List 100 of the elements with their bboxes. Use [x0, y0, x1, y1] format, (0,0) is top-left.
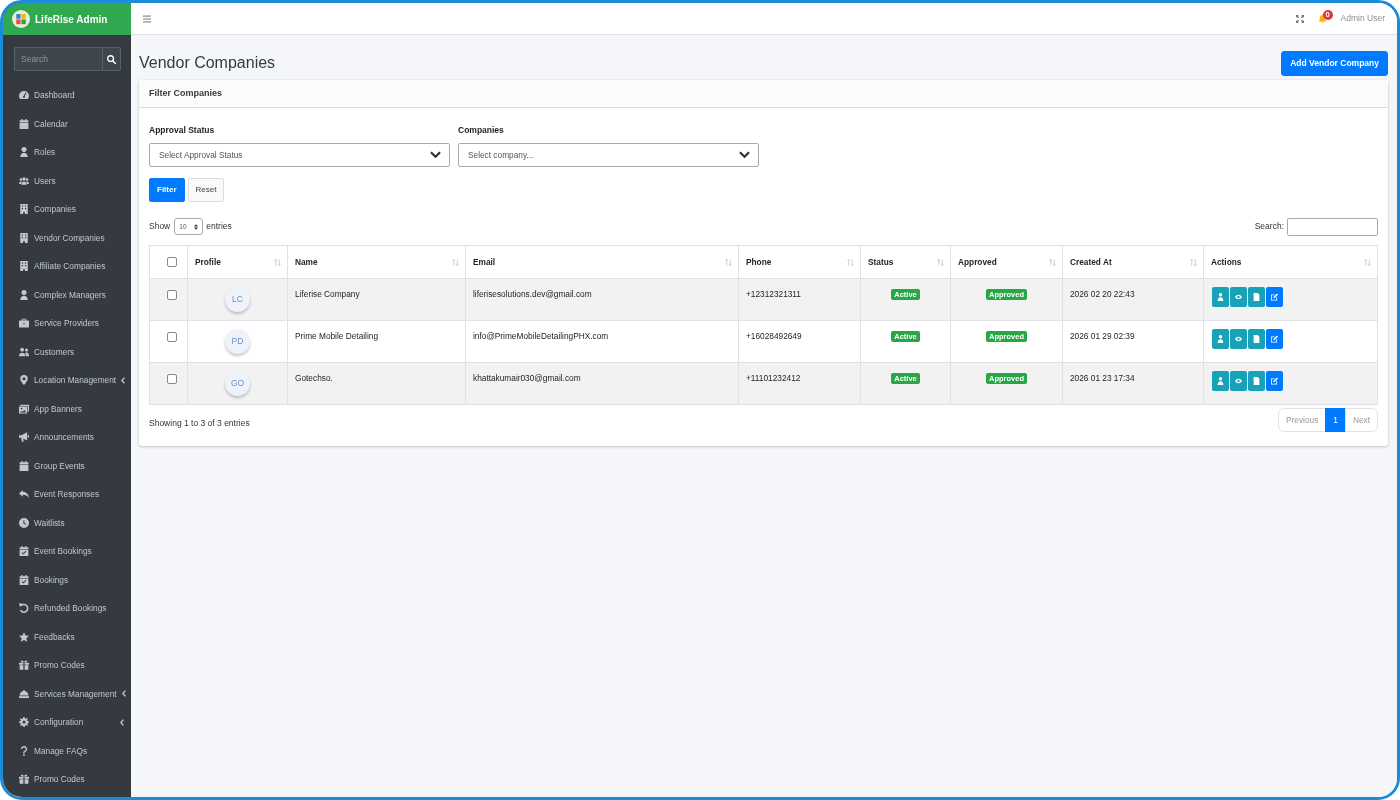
calendar-check-icon	[19, 574, 29, 585]
person-icon	[1217, 335, 1224, 343]
table-cell: Prime Mobile Detailing	[287, 320, 466, 363]
edit-button[interactable]	[1266, 371, 1283, 391]
view-button[interactable]	[1230, 371, 1247, 391]
sidebar-item[interactable]: Location Management	[3, 366, 131, 395]
table-cell: khattakumair030@gmail.com	[465, 362, 739, 405]
select-all-checkbox[interactable]	[167, 257, 177, 267]
sort-icon	[1190, 259, 1197, 266]
sidebar-item[interactable]: Promo Codes	[3, 651, 131, 680]
column-header[interactable]: Phone	[746, 254, 772, 271]
sort-icon	[1364, 259, 1371, 266]
gauge-icon	[19, 90, 29, 101]
sidebar-item[interactable]: Users	[3, 166, 131, 195]
document-button[interactable]	[1248, 371, 1265, 391]
profile-button[interactable]	[1212, 371, 1229, 391]
sidebar-item[interactable]: Waitlists	[3, 508, 131, 537]
row-checkbox[interactable]	[167, 332, 177, 342]
filter-button[interactable]: Filter	[149, 178, 185, 202]
sidebar-item[interactable]: Event Responses	[3, 480, 131, 509]
edit-icon	[1271, 377, 1278, 385]
table-cell: Gotechso.	[287, 362, 466, 405]
user-menu-link[interactable]: Admin User	[1340, 12, 1385, 25]
table-cell: +16028492649	[738, 320, 861, 363]
sidebar-item[interactable]: Announcements	[3, 423, 131, 452]
table-cell: 2026 02 20 22:43	[1062, 278, 1204, 321]
avatar: PD	[225, 329, 250, 354]
select-field[interactable]: Select Approval Status	[149, 143, 450, 167]
menu-icon[interactable]	[143, 14, 151, 23]
table-cell: info@PrimeMobileDetailingPHX.com	[465, 320, 739, 363]
document-button[interactable]	[1248, 287, 1265, 307]
pagination-link[interactable]: 1	[1325, 408, 1346, 432]
column-header[interactable]: Email	[473, 254, 496, 271]
sidebar-item[interactable]: Promo Codes	[3, 765, 131, 794]
document-icon	[1253, 377, 1260, 385]
row-checkbox[interactable]	[167, 374, 177, 384]
edit-button[interactable]	[1266, 329, 1283, 349]
search-button[interactable]	[102, 47, 121, 71]
sidebar-item[interactable]: Dashboard	[3, 81, 131, 110]
sort-icon	[847, 259, 854, 266]
person-icon	[1217, 377, 1224, 385]
sidebar-item[interactable]: Bookings	[3, 565, 131, 594]
eye-icon	[1235, 293, 1242, 301]
sidebar-item[interactable]: Calendar	[3, 109, 131, 138]
sidebar-item[interactable]: Service Providers	[3, 309, 131, 338]
field-label: Approval Status	[149, 125, 215, 136]
sidebar-item[interactable]: Event Bookings	[3, 537, 131, 566]
view-button[interactable]	[1230, 287, 1247, 307]
sidebar-item[interactable]: Companies	[3, 195, 131, 224]
sidebar-item[interactable]: Configuration	[3, 708, 131, 737]
sidebar-item[interactable]: Roles	[3, 138, 131, 167]
edit-button[interactable]	[1266, 287, 1283, 307]
field-label: Companies	[458, 125, 504, 136]
sort-icon	[1049, 259, 1056, 266]
sidebar-item[interactable]: App Banners	[3, 394, 131, 423]
sidebar-item[interactable]: Feedbacks	[3, 622, 131, 651]
reset-button[interactable]: Reset	[187, 178, 225, 202]
people-icon	[19, 346, 29, 357]
sidebar-item[interactable]: Customers	[3, 337, 131, 366]
undo-icon	[19, 603, 29, 614]
table-cell: 2026 01 29 02:39	[1062, 320, 1204, 363]
column-header[interactable]: Actions	[1211, 254, 1242, 271]
calendar-check-icon	[19, 546, 29, 557]
eye-icon	[1235, 335, 1242, 343]
sidebar-item[interactable]: Services Management	[3, 679, 131, 708]
search-field[interactable]: Search	[14, 47, 102, 71]
profile-button[interactable]	[1212, 287, 1229, 307]
table-cell: +12312321311	[738, 278, 861, 321]
sidebar-item[interactable]: Refunded Bookings	[3, 594, 131, 623]
profile-button[interactable]	[1212, 329, 1229, 349]
column-header[interactable]: Status	[868, 254, 894, 271]
building-icon	[19, 204, 29, 215]
select-field[interactable]: Select company...	[458, 143, 759, 167]
column-header[interactable]: Approved	[958, 254, 997, 271]
row-checkbox[interactable]	[167, 290, 177, 300]
sidebar-item[interactable]: Manage FAQs	[3, 736, 131, 765]
show-label: Show	[149, 220, 171, 233]
column-header[interactable]: Name	[295, 254, 318, 271]
sidebar-item[interactable]: Complex Managers	[3, 280, 131, 309]
sidebar-item[interactable]: Affiliate Companies	[3, 252, 131, 281]
reply-icon	[19, 489, 29, 500]
table-cell: 2026 01 23 17:34	[1062, 362, 1204, 405]
calendar-icon	[19, 118, 29, 129]
sort-icon	[725, 259, 732, 266]
chevron-down-icon	[430, 151, 441, 159]
add-button[interactable]: Add Vendor Company	[1281, 50, 1388, 76]
clock-icon	[19, 517, 29, 528]
view-button[interactable]	[1230, 329, 1247, 349]
table-search-field[interactable]	[1287, 217, 1378, 236]
building-icon	[19, 232, 29, 243]
gift-icon	[19, 660, 29, 671]
sidebar-item[interactable]: Group Events	[3, 451, 131, 480]
column-header[interactable]: Profile	[195, 254, 221, 271]
person-icon	[19, 289, 29, 300]
document-button[interactable]	[1248, 329, 1265, 349]
expand-icon[interactable]	[1295, 14, 1304, 23]
column-header[interactable]: Created At	[1070, 254, 1112, 271]
chevron-down-icon	[739, 151, 750, 159]
sidebar-item[interactable]: Vendor Companies	[3, 223, 131, 252]
map-pin-icon	[19, 375, 29, 386]
